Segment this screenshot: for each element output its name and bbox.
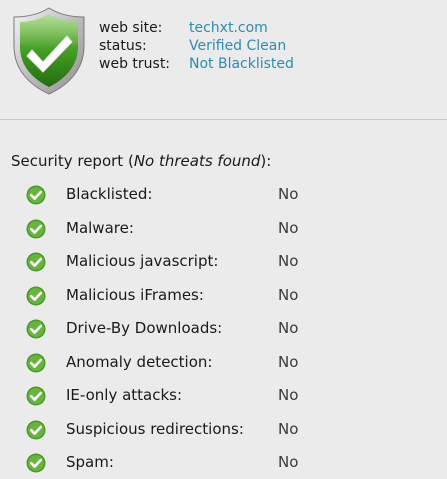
check-circle-icon bbox=[26, 319, 46, 339]
check-row-drive-by-downloads: Drive-By Downloads: No bbox=[0, 311, 447, 345]
check-value: No bbox=[278, 419, 299, 438]
security-report-title: Security report (No threats found): bbox=[11, 152, 271, 170]
divider bbox=[0, 119, 447, 120]
check-circle-icon bbox=[26, 386, 46, 406]
check-value: No bbox=[278, 386, 299, 404]
check-label: Malicious iFrames: bbox=[66, 285, 204, 304]
check-value: No bbox=[278, 285, 299, 304]
web-trust-row: web trust: Not Blacklisted bbox=[99, 55, 294, 73]
check-value: No bbox=[278, 252, 299, 270]
check-value: No bbox=[278, 453, 299, 471]
check-value: No bbox=[278, 319, 299, 337]
check-row-suspicious-redirections: Suspicious redirections: No bbox=[0, 412, 447, 446]
check-label: IE-only attacks: bbox=[66, 386, 183, 404]
check-label: Blacklisted: bbox=[66, 185, 153, 203]
check-circle-icon bbox=[26, 453, 46, 473]
web-trust-value[interactable]: Not Blacklisted bbox=[189, 55, 294, 73]
check-row-malicious-javascript: Malicious javascript: No bbox=[0, 244, 447, 278]
check-circle-icon bbox=[26, 420, 46, 439]
report-title-suffix: ): bbox=[260, 152, 272, 170]
website-row: web site: techxt.com bbox=[99, 19, 294, 37]
report-title-prefix: Security report ( bbox=[11, 152, 134, 170]
check-label: Suspicious redirections: bbox=[66, 419, 244, 438]
check-value: No bbox=[278, 218, 299, 237]
check-circle-icon bbox=[26, 252, 46, 272]
status-label: status: bbox=[99, 38, 147, 54]
check-row-malware: Malware: No bbox=[0, 211, 447, 245]
check-circle-icon bbox=[26, 286, 46, 305]
check-label: Malware: bbox=[66, 218, 134, 237]
check-label: Spam: bbox=[66, 453, 114, 471]
check-circle-icon bbox=[26, 185, 46, 205]
check-label: Drive-By Downloads: bbox=[66, 319, 223, 337]
website-label: web site: bbox=[99, 20, 163, 36]
check-value: No bbox=[278, 352, 299, 371]
shield-check-icon bbox=[13, 7, 85, 95]
status-value[interactable]: Verified Clean bbox=[189, 37, 286, 55]
check-row-malicious-iframes: Malicious iFrames: No bbox=[0, 278, 447, 312]
check-row-anomaly-detection: Anomaly detection: No bbox=[0, 345, 447, 379]
web-trust-label: web trust: bbox=[99, 56, 171, 72]
check-label: Anomaly detection: bbox=[66, 352, 213, 371]
site-info-panel: web site: techxt.com status: Verified Cl… bbox=[99, 19, 294, 73]
check-row-spam: Spam: No bbox=[0, 445, 447, 479]
check-value: No bbox=[278, 185, 299, 203]
check-circle-icon bbox=[26, 219, 46, 238]
website-value[interactable]: techxt.com bbox=[189, 19, 268, 37]
status-row: status: Verified Clean bbox=[99, 37, 294, 55]
check-circle-icon bbox=[26, 353, 46, 372]
report-title-emphasis: No threats found bbox=[133, 152, 261, 170]
check-label: Malicious javascript: bbox=[66, 252, 219, 270]
check-row-blacklisted: Blacklisted: No bbox=[0, 177, 447, 211]
check-row-ie-only-attacks: IE-only attacks: No bbox=[0, 378, 447, 412]
